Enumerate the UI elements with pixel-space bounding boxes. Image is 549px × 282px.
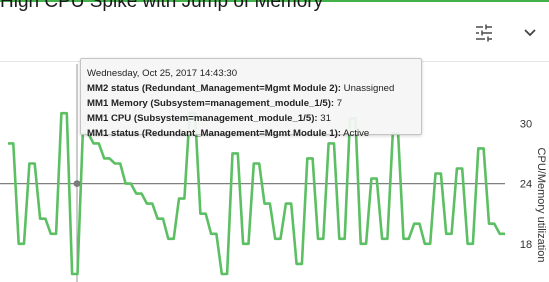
line-chart: 18 24 30	[0, 64, 532, 282]
crosshair-point	[73, 180, 81, 188]
tooltip-row: MM2 status (Redundant_Management=Mgmt Mo…	[87, 81, 415, 96]
tooltip-row-label: MM1 CPU (Subsystem=management_module_1/5…	[87, 113, 318, 124]
y-tick-label: 30	[520, 118, 532, 130]
tooltip-row-label: MM1 status (Redundant_Management=Mgmt Mo…	[87, 128, 341, 139]
y-tick-label: 24	[520, 179, 532, 191]
tooltip-row: MM1 status (Redundant_Management=Mgmt Mo…	[87, 126, 415, 141]
tooltip-row: MM1 Memory (Subsystem=management_module_…	[87, 96, 415, 111]
tooltip-row-value: 31	[320, 113, 331, 124]
tooltip-row-value: 7	[336, 98, 343, 109]
tooltip-row-value: Unassigned	[343, 83, 395, 94]
tooltip-timestamp: Wednesday, Oct 25, 2017 14:43:30	[87, 68, 238, 79]
tooltip-row: MM1 CPU (Subsystem=management_module_1/5…	[87, 111, 415, 126]
y-axis-label: CPU/Memory utilization	[535, 147, 547, 263]
y-tick-label: 18	[520, 239, 532, 251]
tooltip: Wednesday, Oct 25, 2017 14:43:30 MM2 sta…	[80, 58, 422, 139]
tooltip-row-label: MM1 Memory (Subsystem=management_module_…	[87, 98, 335, 109]
tooltip-row-label: MM2 status (Redundant_Management=Mgmt Mo…	[87, 83, 341, 94]
tooltip-row-value: Active	[343, 128, 370, 139]
y-axis-ticks: 18 24 30	[520, 118, 532, 251]
